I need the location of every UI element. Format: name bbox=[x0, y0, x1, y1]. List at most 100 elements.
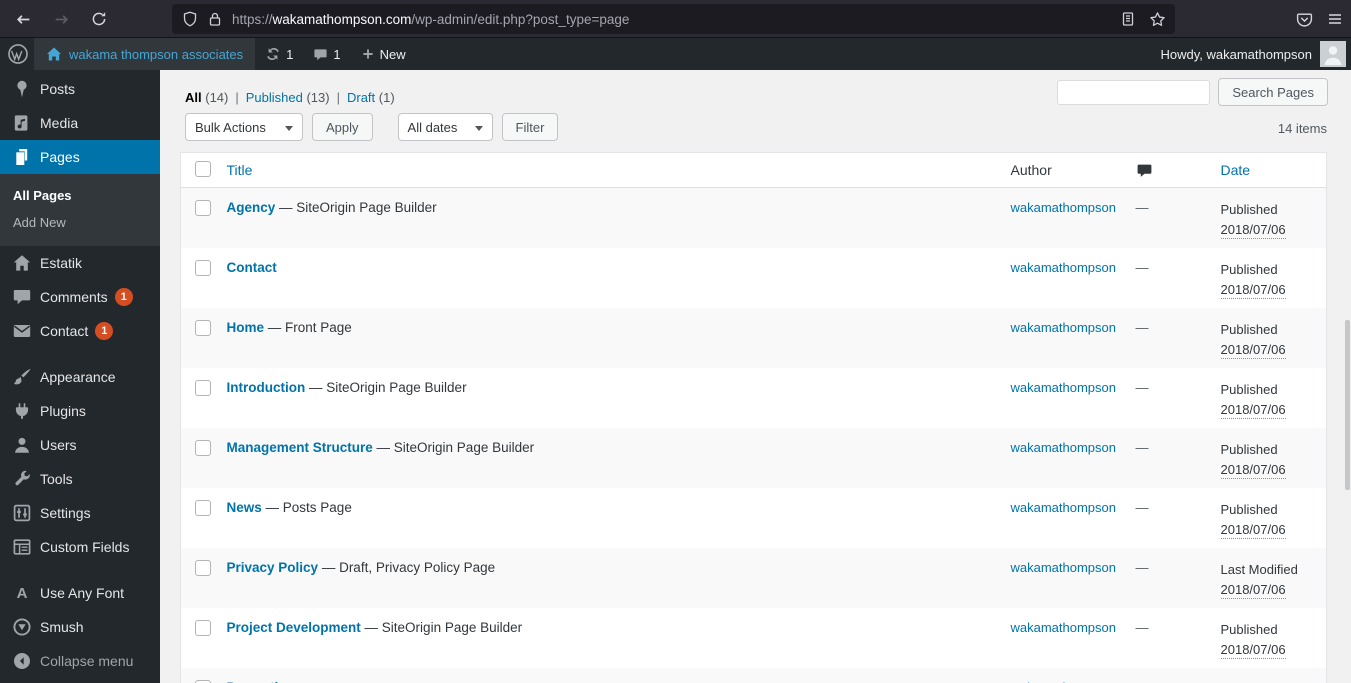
row-checkbox-privacy-policy[interactable] bbox=[195, 559, 211, 576]
sidebar-item-comments[interactable]: Comments 1 bbox=[0, 280, 160, 314]
search-pages-button[interactable]: Search Pages bbox=[1218, 78, 1328, 106]
author-link[interactable]: wakamathompson bbox=[1011, 320, 1117, 335]
row-checkbox-contact[interactable] bbox=[195, 259, 211, 276]
publish-date: 2018/07/06 bbox=[1220, 341, 1286, 359]
sort-by-date-link[interactable]: Date bbox=[1221, 162, 1251, 178]
custom-fields-icon bbox=[12, 537, 32, 557]
browser-toolbar: https://wakamathompson.com/wp-admin/edit… bbox=[0, 0, 1351, 38]
home-icon bbox=[46, 46, 62, 62]
author-link[interactable]: wakamathompson bbox=[1011, 500, 1117, 515]
select-all-checkbox[interactable] bbox=[195, 160, 211, 177]
admin-bar-new[interactable]: New bbox=[351, 38, 416, 70]
sidebar-item-posts[interactable]: Posts bbox=[0, 72, 160, 106]
page-title-link-news[interactable]: News bbox=[227, 500, 262, 515]
page-title-link-contact[interactable]: Contact bbox=[227, 260, 277, 275]
sidebar-item-label: Plugins bbox=[40, 403, 86, 419]
publish-status: Published bbox=[1220, 621, 1278, 637]
dates-filter-select[interactable]: All dates bbox=[397, 113, 493, 141]
admin-bar-updates[interactable]: 1 bbox=[255, 38, 303, 70]
publish-date: 2018/07/06 bbox=[1220, 641, 1286, 659]
sidebar-item-custom-fields[interactable]: Custom Fields bbox=[0, 530, 160, 564]
sidebar-item-use-any-font[interactable]: A Use Any Font bbox=[0, 576, 160, 610]
author-link[interactable]: wakamathompson bbox=[1011, 440, 1117, 455]
sidebar-item-collapse-menu[interactable]: Collapse menu bbox=[0, 644, 160, 678]
menu-icon[interactable] bbox=[1327, 11, 1343, 27]
sidebar-item-settings[interactable]: Settings bbox=[0, 496, 160, 530]
sidebar-subitem-add-new[interactable]: Add New bbox=[0, 209, 160, 236]
filter-button[interactable]: Filter bbox=[501, 113, 559, 141]
filter-link-published[interactable]: Published (13) bbox=[246, 90, 330, 105]
page-scrollbar[interactable] bbox=[1345, 320, 1350, 490]
sidebar-item-pages[interactable]: Pages bbox=[0, 140, 165, 174]
author-link[interactable]: wakamathompson bbox=[1011, 620, 1117, 635]
page-title-link-introduction[interactable]: Introduction bbox=[227, 380, 306, 395]
author-link[interactable]: wakamathompson bbox=[1011, 680, 1117, 683]
table-row: Contact wakamathompson — Published 2018/07/0… bbox=[181, 248, 1327, 308]
pushpin-icon bbox=[12, 79, 32, 99]
estatik-home-icon bbox=[12, 253, 32, 273]
address-bar[interactable]: https://wakamathompson.com/wp-admin/edit… bbox=[172, 4, 1175, 34]
sidebar-item-smush[interactable]: Smush bbox=[0, 610, 160, 644]
sidebar-item-estatik[interactable]: Estatik bbox=[0, 246, 160, 280]
page-title-link-agency[interactable]: Agency bbox=[227, 200, 276, 215]
plus-icon bbox=[361, 47, 375, 61]
row-checkbox-home[interactable] bbox=[195, 319, 211, 336]
comment-bubble-icon bbox=[1136, 162, 1201, 179]
no-comments-dash: — bbox=[1136, 680, 1149, 683]
admin-bar-account[interactable]: Howdy, wakamathompson bbox=[1161, 41, 1351, 67]
reader-view-icon[interactable] bbox=[1120, 11, 1136, 27]
row-checkbox-project-development[interactable] bbox=[195, 619, 211, 636]
sidebar-subitem-all-pages[interactable]: All Pages bbox=[0, 182, 160, 209]
lock-icon[interactable] bbox=[207, 11, 223, 27]
url-text[interactable]: https://wakamathompson.com/wp-admin/edit… bbox=[232, 12, 629, 27]
menu-separator bbox=[0, 348, 160, 360]
admin-sidebar: Posts Media Pages All Pages Add New Estatik Co… bbox=[0, 70, 165, 683]
publish-status: Published bbox=[1220, 321, 1278, 337]
sidebar-item-label: Contact bbox=[40, 323, 89, 339]
bookmark-star-icon[interactable] bbox=[1149, 11, 1165, 27]
admin-bar-comments[interactable]: 1 bbox=[303, 38, 350, 70]
row-checkbox-properties[interactable] bbox=[195, 679, 211, 683]
row-checkbox-management-structure[interactable] bbox=[195, 439, 211, 456]
page-title-link-project-development[interactable]: Project Development bbox=[227, 620, 361, 635]
items-count: 14 items bbox=[1277, 121, 1327, 136]
filter-link-draft[interactable]: Draft (1) bbox=[347, 90, 395, 105]
sidebar-item-appearance[interactable]: Appearance bbox=[0, 360, 160, 394]
page-title-link-properties[interactable]: Properties bbox=[227, 680, 294, 683]
author-link[interactable]: wakamathompson bbox=[1011, 260, 1117, 275]
row-checkbox-news[interactable] bbox=[195, 499, 211, 516]
row-checkbox-agency[interactable] bbox=[195, 200, 211, 216]
author-link[interactable]: wakamathompson bbox=[1011, 380, 1117, 395]
sidebar-item-label: Pages bbox=[40, 149, 80, 165]
sidebar-item-tools[interactable]: Tools bbox=[0, 462, 160, 496]
sidebar-item-media[interactable]: Media bbox=[0, 106, 160, 140]
author-link[interactable]: wakamathompson bbox=[1011, 560, 1117, 575]
page-title-link-management-structure[interactable]: Management Structure bbox=[227, 440, 373, 455]
page-state-text: — SiteOrigin Page Builder bbox=[275, 200, 437, 215]
filter-link-all[interactable]: All (14) bbox=[185, 90, 228, 105]
apply-button[interactable]: Apply bbox=[312, 113, 373, 141]
sidebar-item-users[interactable]: Users bbox=[0, 428, 160, 462]
filter-separator: | bbox=[336, 90, 340, 105]
sort-by-title-link[interactable]: Title bbox=[227, 162, 253, 178]
search-input[interactable] bbox=[1057, 79, 1211, 105]
reload-icon[interactable] bbox=[87, 7, 111, 31]
sidebar-item-label: Estatik bbox=[40, 255, 83, 271]
forward-icon[interactable] bbox=[49, 7, 73, 31]
table-row: Project Development — SiteOrigin Page Bu… bbox=[181, 608, 1327, 668]
pages-icon bbox=[12, 147, 32, 167]
publish-date: 2018/07/06 bbox=[1220, 461, 1286, 479]
admin-bar-site-name[interactable]: wakama thompson associates bbox=[34, 38, 256, 70]
wp-admin-bar: wakama thompson associates 1 1 New Howdy… bbox=[0, 38, 1351, 70]
bulk-actions-select[interactable]: Bulk Actions bbox=[185, 113, 303, 141]
back-icon[interactable] bbox=[11, 7, 35, 31]
sidebar-item-contact[interactable]: Contact 1 bbox=[0, 314, 160, 348]
wordpress-logo-icon[interactable] bbox=[2, 38, 34, 70]
pocket-icon[interactable] bbox=[1296, 11, 1313, 28]
page-title-link-home[interactable]: Home bbox=[227, 320, 265, 335]
sidebar-item-plugins[interactable]: Plugins bbox=[0, 394, 160, 428]
shield-icon[interactable] bbox=[182, 11, 198, 27]
row-checkbox-introduction[interactable] bbox=[195, 379, 211, 396]
page-title-link-privacy-policy[interactable]: Privacy Policy bbox=[227, 560, 319, 575]
author-link[interactable]: wakamathompson bbox=[1011, 200, 1117, 215]
